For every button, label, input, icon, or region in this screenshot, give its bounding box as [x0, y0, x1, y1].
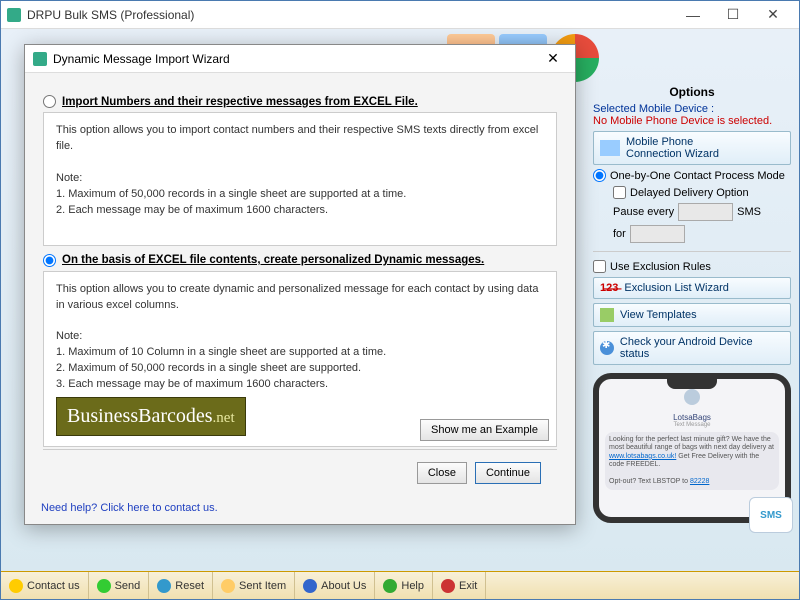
avatar-icon — [684, 389, 700, 405]
view-templates-button[interactable]: View Templates — [593, 303, 791, 327]
one-by-one-radio[interactable] — [593, 169, 606, 182]
info-icon — [303, 579, 317, 593]
sent-icon — [221, 579, 235, 593]
gear-icon — [600, 341, 614, 355]
help-link[interactable]: Need help? Click here to contact us. — [25, 498, 575, 524]
dialog-close-button[interactable]: ✕ — [539, 50, 567, 67]
continue-button[interactable]: Continue — [475, 462, 541, 484]
app-icon — [7, 8, 21, 22]
delayed-delivery-check[interactable]: Delayed Delivery Option — [593, 186, 791, 199]
option1-label: Import Numbers and their respective mess… — [62, 96, 418, 108]
dialog-divider — [43, 449, 557, 450]
process-mode-radio[interactable]: One-by-One Contact Process Mode — [593, 169, 791, 182]
exit-button[interactable]: Exit — [433, 572, 486, 599]
phone-message: Looking for the perfect last minute gift… — [605, 432, 779, 490]
sms-badge-icon: SMS — [749, 497, 793, 533]
exclusion-icon: 1̶2̶3̶ — [600, 282, 618, 294]
send-icon — [97, 579, 111, 593]
close-dialog-button[interactable]: Close — [417, 462, 467, 484]
template-icon — [600, 308, 614, 322]
bottom-toolbar: Contact us Send Reset Sent Item About Us… — [1, 571, 799, 599]
send-button[interactable]: Send — [89, 572, 150, 599]
option1-header[interactable]: Import Numbers and their respective mess… — [43, 95, 557, 108]
minimize-button[interactable]: — — [673, 2, 713, 28]
option1-details: This option allows you to import contact… — [43, 112, 557, 246]
check-android-button[interactable]: Check your Android Device status — [593, 331, 791, 365]
phone-notch — [667, 379, 717, 389]
divider — [593, 251, 791, 252]
dialog-footer: Close Continue — [43, 454, 557, 488]
phone-sender: LotsaBags — [605, 413, 779, 422]
pause-for-row: for — [593, 225, 791, 243]
option2-label: On the basis of EXCEL file contents, cre… — [62, 254, 484, 266]
pause-count-select[interactable] — [678, 203, 733, 221]
titlebar: DRPU Bulk SMS (Professional) — ☐ ✕ — [1, 1, 799, 29]
window-title: DRPU Bulk SMS (Professional) — [27, 8, 673, 22]
phone-meta: Text Message — [605, 422, 779, 428]
option1-radio[interactable] — [43, 95, 56, 108]
phone-pc-icon — [600, 140, 620, 156]
contact-us-button[interactable]: Contact us — [1, 572, 89, 599]
import-wizard-dialog: Dynamic Message Import Wizard ✕ Import N… — [24, 44, 576, 525]
contact-icon — [9, 579, 23, 593]
pause-duration-select[interactable] — [630, 225, 685, 243]
no-device-text: No Mobile Phone Device is selected. — [593, 115, 772, 127]
sent-item-button[interactable]: Sent Item — [213, 572, 295, 599]
option2-radio[interactable] — [43, 254, 56, 267]
options-title: Options — [593, 85, 791, 99]
help-icon — [383, 579, 397, 593]
maximize-button[interactable]: ☐ — [713, 2, 753, 28]
pause-every-row: Pause every SMS — [593, 203, 791, 221]
dialog-icon — [33, 52, 47, 66]
exclusion-checkbox[interactable] — [593, 260, 606, 273]
connection-wizard-button[interactable]: Mobile PhoneConnection Wizard — [593, 131, 791, 165]
delayed-checkbox[interactable] — [613, 186, 626, 199]
watermark: BusinessBarcodes.net — [56, 397, 246, 436]
use-exclusion-check[interactable]: Use Exclusion Rules — [593, 260, 791, 273]
exclusion-list-button[interactable]: 1̶2̶3̶ Exclusion List Wizard — [593, 277, 791, 299]
help-button[interactable]: Help — [375, 572, 433, 599]
exit-icon — [441, 579, 455, 593]
close-button[interactable]: ✕ — [753, 2, 793, 28]
dialog-title: Dynamic Message Import Wizard — [53, 52, 539, 66]
selected-device-label: Selected Mobile Device : No Mobile Phone… — [593, 103, 791, 127]
show-example-button[interactable]: Show me an Example — [420, 419, 549, 441]
dialog-titlebar: Dynamic Message Import Wizard ✕ — [25, 45, 575, 73]
option2-header[interactable]: On the basis of EXCEL file contents, cre… — [43, 254, 557, 267]
about-us-button[interactable]: About Us — [295, 572, 375, 599]
dialog-body: Import Numbers and their respective mess… — [25, 73, 575, 498]
reset-button[interactable]: Reset — [149, 572, 213, 599]
reset-icon — [157, 579, 171, 593]
